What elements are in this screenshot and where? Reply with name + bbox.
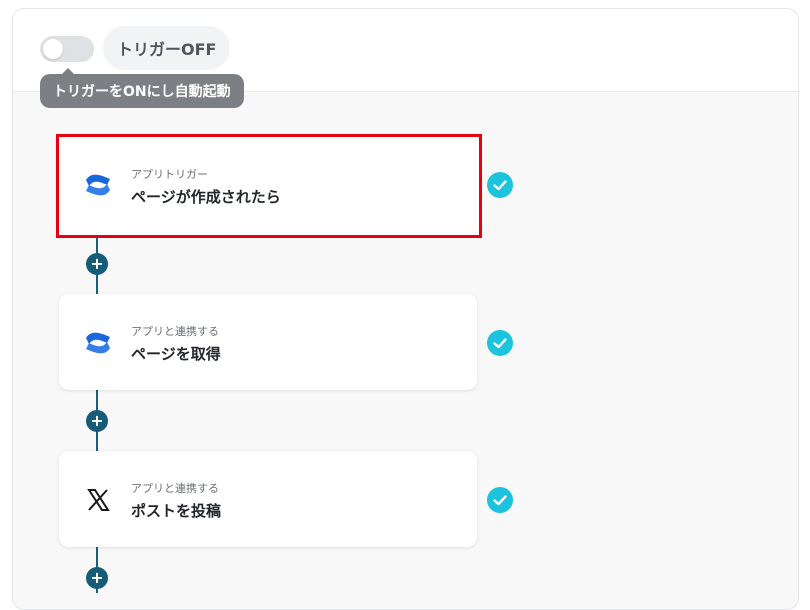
trigger-tooltip: トリガーをONにし自動起動 [40,68,244,108]
check-icon [487,330,513,356]
check-icon [487,487,513,513]
trigger-toggle[interactable] [40,36,94,62]
step-title: ポストを投稿 [131,502,222,520]
trigger-status-label: トリガーOFF [103,26,231,70]
step-title: ページが作成されたら [131,188,281,206]
step-subtitle: アプリと連携する [131,325,219,338]
tooltip-text: トリガーをONにし自動起動 [53,84,231,100]
step-title: ページを取得 [131,345,221,363]
check-icon [487,172,513,198]
x-logo-icon [87,489,110,511]
confluence-icon [86,174,110,196]
add-step-button[interactable]: + [86,410,108,432]
step-card-post-tweet[interactable]: アプリと連携する ポストを投稿 [59,451,477,547]
tooltip-arrow [62,68,74,74]
step-subtitle: アプリと連携する [131,482,219,495]
step-subtitle: アプリトリガー [131,168,208,181]
step-card-get-page[interactable]: アプリと連携する ページを取得 [59,294,477,390]
add-step-button[interactable]: + [86,567,108,589]
confluence-icon [86,332,110,354]
add-step-button[interactable]: + [86,253,108,275]
step-card-trigger[interactable]: アプリトリガー ページが作成されたら [56,134,482,238]
toggle-knob [43,39,63,59]
flow-editor-panel: トリガーOFF + + + アプリトリガー ページが作成されたら アプリと連携す… [12,8,799,610]
